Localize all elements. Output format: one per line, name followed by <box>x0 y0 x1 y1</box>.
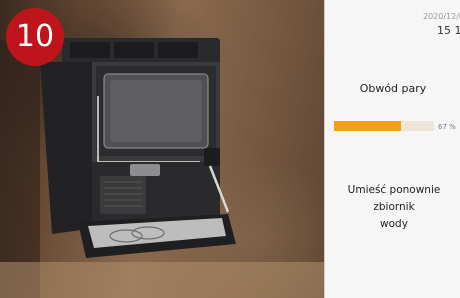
process-title: Obwód pary <box>359 82 427 95</box>
progress-bar-fill <box>334 121 401 131</box>
screen-date: 2020/12/0 <box>423 12 460 21</box>
instruction-message: Umieść ponownie zbiornik wody <box>347 184 441 230</box>
machine-display-screen: 2020/12/0 15 16 Obwód pary 67 % Umieść p… <box>324 0 460 298</box>
screen-time: 15 16 <box>437 24 460 37</box>
screenshot-frame: 10 2020/12/0 15 16 Obwód pary 67 % Umieś… <box>0 0 460 298</box>
step-number-badge: 10 <box>6 8 64 66</box>
progress-bar <box>334 121 434 131</box>
progress-percent: 67 % <box>438 123 456 131</box>
